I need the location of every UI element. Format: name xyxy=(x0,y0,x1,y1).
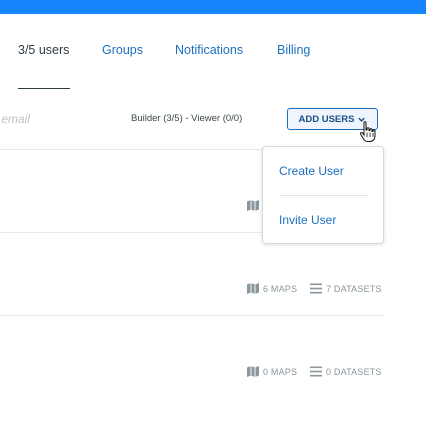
datasets-count: 0 DATASETS xyxy=(310,366,382,377)
add-users-menu: Create User Invite User xyxy=(262,146,384,244)
top-bar xyxy=(0,0,426,14)
maps-count: 0 MAPS xyxy=(247,366,297,377)
list-icon xyxy=(310,366,322,377)
user-row-stats xyxy=(247,200,259,211)
map-icon xyxy=(247,200,259,211)
datasets-count-label: 7 DATASETS xyxy=(326,283,382,294)
search-input[interactable]: r email xyxy=(0,112,30,126)
tab-notifications[interactable]: Notifications xyxy=(175,41,243,59)
maps-count-label: 0 MAPS xyxy=(263,366,298,377)
maps-count-label: 6 MAPS xyxy=(263,283,298,294)
tab-users[interactable]: 3/5 users xyxy=(18,41,69,59)
maps-count: 6 MAPS xyxy=(247,283,297,294)
map-icon xyxy=(247,283,259,294)
map-icon xyxy=(247,366,259,377)
active-tab-indicator xyxy=(18,88,70,89)
datasets-count: 7 DATASETS xyxy=(310,283,382,294)
tab-groups[interactable]: Groups xyxy=(102,41,143,59)
datasets-count-label: 0 DATASETS xyxy=(326,366,382,377)
create-user-item[interactable]: Create User xyxy=(279,164,344,178)
tab-bar: 3/5 users Groups Notifications Billing xyxy=(0,41,426,61)
seat-info: Builder (3/5) - Viewer (0/0) xyxy=(131,113,243,124)
row-divider xyxy=(0,149,262,150)
menu-divider xyxy=(279,195,368,196)
tab-billing[interactable]: Billing xyxy=(277,41,310,59)
add-users-label: ADD USERS xyxy=(298,113,355,125)
invite-user-item[interactable]: Invite User xyxy=(279,213,336,227)
list-icon xyxy=(310,283,322,294)
hand-pointer-icon xyxy=(359,121,376,142)
row-divider xyxy=(0,315,384,316)
